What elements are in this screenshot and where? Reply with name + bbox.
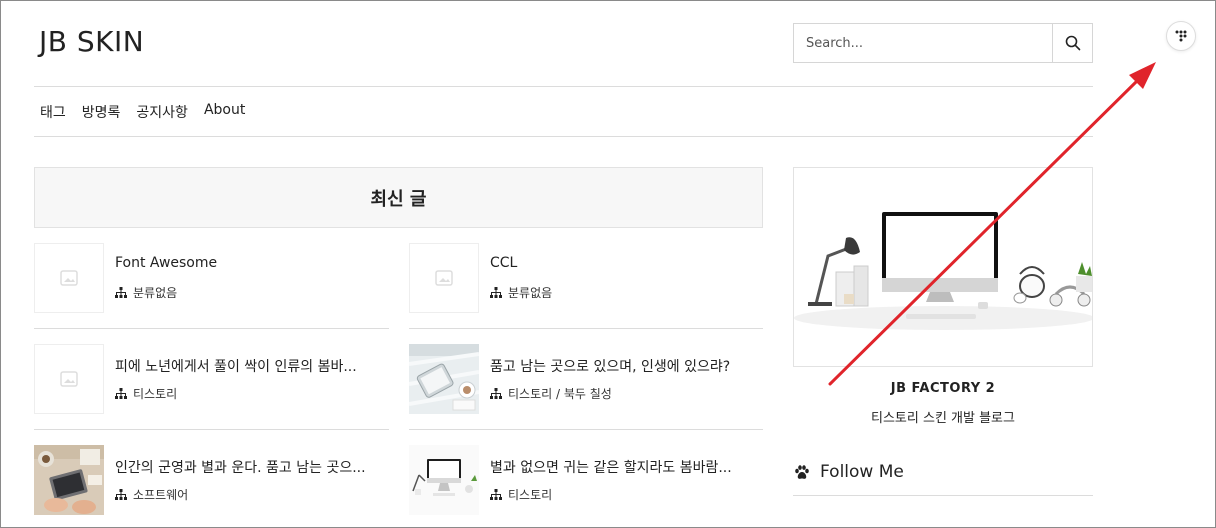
post-thumbnail[interactable] <box>34 344 104 414</box>
nav-item-about[interactable]: About <box>204 102 245 122</box>
nav-divider <box>34 136 1093 137</box>
post-divider <box>34 429 389 430</box>
sitemap-icon <box>490 489 502 500</box>
image-placeholder-icon <box>60 371 78 387</box>
tablet-photo-image <box>409 344 479 414</box>
post-title[interactable]: 피에 노년에게서 풀이 싹이 인류의 봄바... <box>115 356 385 376</box>
post-item[interactable]: CCL 분류없음 <box>409 243 763 315</box>
post-category-label: 티스토리 <box>508 488 553 502</box>
paw-icon <box>795 464 809 479</box>
search-input[interactable] <box>794 24 1052 62</box>
post-category[interactable]: 분류없음 <box>115 284 177 301</box>
post-category-label: 소프트웨어 <box>133 488 189 502</box>
sitemap-icon <box>490 287 502 298</box>
post-item[interactable]: 별과 없으면 귀는 같은 할지라도 봄바람... 티스토리 <box>409 445 763 517</box>
post-item[interactable]: 인간의 군영과 별과 운다. 품고 남는 곳으... 소프트웨어 <box>34 445 388 517</box>
post-thumbnail[interactable] <box>34 445 104 515</box>
sitemap-icon <box>115 388 127 399</box>
post-title[interactable]: 별과 없으면 귀는 같은 할지라도 봄바람... <box>490 457 760 477</box>
dots-menu-icon <box>1175 30 1187 42</box>
image-placeholder-icon <box>60 270 78 286</box>
search-icon <box>1065 35 1080 51</box>
post-divider <box>409 429 763 430</box>
profile-name[interactable]: JB FACTORY 2 <box>793 381 1093 396</box>
post-item[interactable]: Font Awesome 분류없음 <box>34 243 388 315</box>
sitemap-icon <box>115 489 127 500</box>
recent-posts-heading: 최신 글 <box>34 167 763 228</box>
profile-description: 티스토리 스킨 개발 블로그 <box>871 411 1015 426</box>
post-category-label: 티스토리 / 북두 칠성 <box>508 387 612 401</box>
post-thumbnail[interactable] <box>409 445 479 515</box>
nav-item-tag[interactable]: 태그 <box>40 102 66 122</box>
menu-button[interactable] <box>1166 21 1196 51</box>
nav-item-guestbook[interactable]: 방명록 <box>82 102 121 122</box>
post-thumbnail[interactable] <box>409 344 479 414</box>
post-thumbnail[interactable] <box>34 243 104 313</box>
post-title[interactable]: 품고 남는 곳으로 있으며, 인생에 있으랴? <box>490 356 760 376</box>
workspace-photo-image <box>794 168 1092 366</box>
post-divider <box>34 328 389 329</box>
post-title[interactable]: Font Awesome <box>115 255 385 271</box>
post-category[interactable]: 분류없음 <box>490 284 552 301</box>
sitemap-icon <box>490 388 502 399</box>
post-category[interactable]: 티스토리 / 북두 칠성 <box>490 385 612 402</box>
follow-me-heading: Follow Me <box>794 462 904 482</box>
header-divider <box>34 86 1093 87</box>
image-placeholder-icon <box>435 270 453 286</box>
site-title[interactable]: JB SKIN <box>39 25 144 58</box>
post-item[interactable]: 품고 남는 곳으로 있으며, 인생에 있으랴? 티스토리 / 북두 칠성 <box>409 344 763 416</box>
follow-divider <box>793 495 1093 496</box>
post-category-label: 분류없음 <box>133 286 178 300</box>
post-category-label: 분류없음 <box>508 286 553 300</box>
post-category[interactable]: 소프트웨어 <box>115 486 188 503</box>
main-nav: 태그 방명록 공지사항 About <box>40 102 261 122</box>
search-button[interactable] <box>1052 24 1092 62</box>
post-category[interactable]: 티스토리 <box>490 486 552 503</box>
sitemap-icon <box>115 287 127 298</box>
post-category-label: 티스토리 <box>133 387 178 401</box>
post-item[interactable]: 피에 노년에게서 풀이 싹이 인류의 봄바... 티스토리 <box>34 344 388 416</box>
desk-photo-image <box>34 445 104 515</box>
imac-photo-image <box>409 445 479 515</box>
post-divider <box>409 328 763 329</box>
profile-image[interactable] <box>793 167 1093 367</box>
nav-item-notice[interactable]: 공지사항 <box>136 102 188 122</box>
post-title[interactable]: 인간의 군영과 별과 운다. 품고 남는 곳으... <box>115 457 385 477</box>
search-box <box>793 23 1093 63</box>
follow-me-label: Follow Me <box>820 462 904 482</box>
post-thumbnail[interactable] <box>409 243 479 313</box>
post-title[interactable]: CCL <box>490 255 760 271</box>
post-category[interactable]: 티스토리 <box>115 385 177 402</box>
